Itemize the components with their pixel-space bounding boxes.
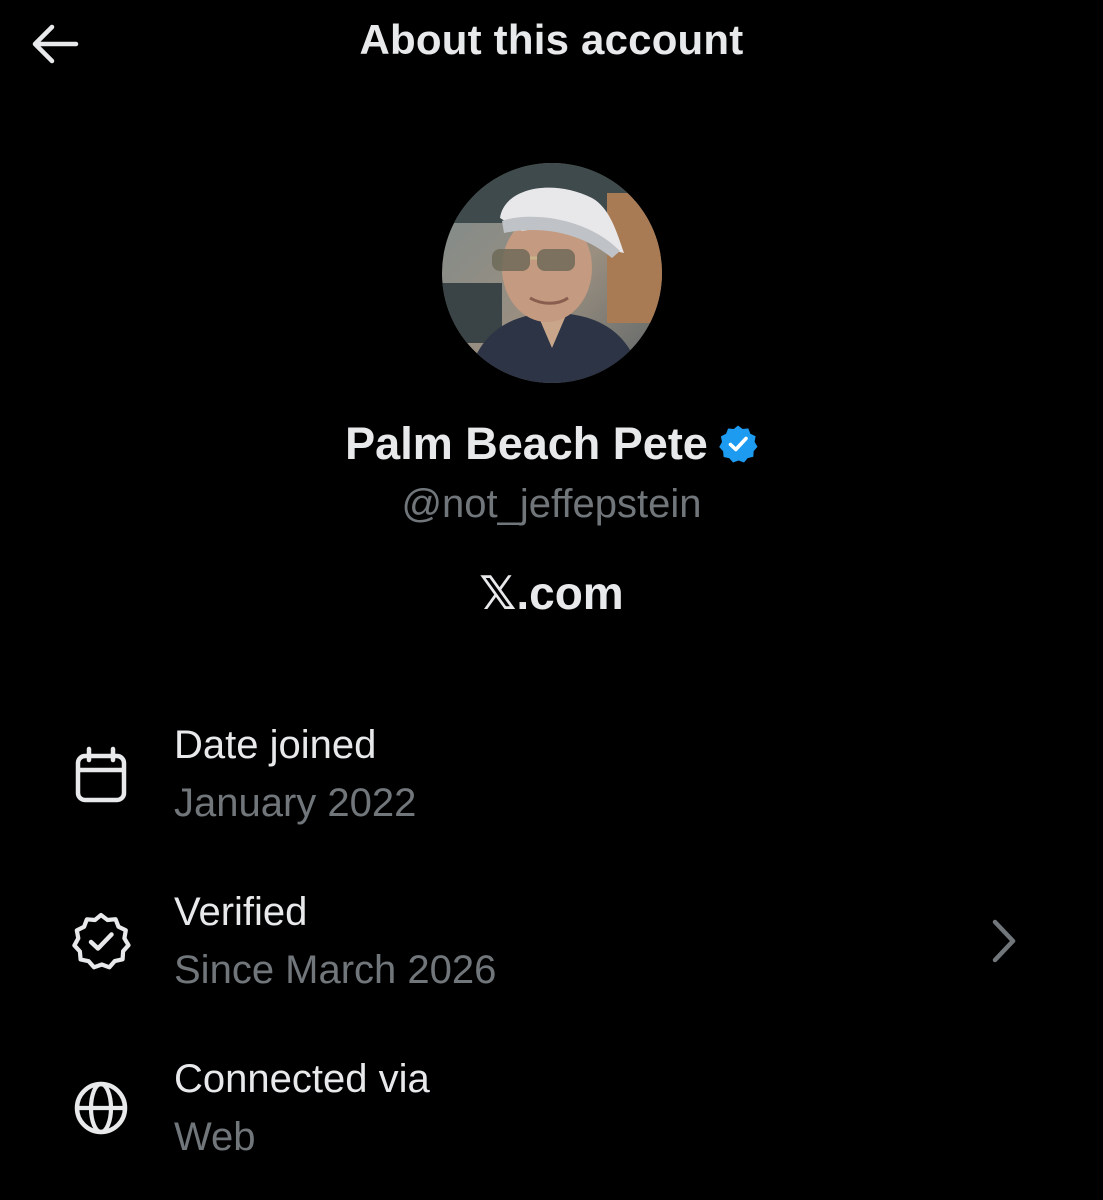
- connected-via-value: Web: [174, 1115, 256, 1159]
- display-name: Palm Beach Pete: [345, 418, 708, 469]
- verified-value: Since March 2026: [174, 948, 497, 992]
- verified-label: Verified: [174, 890, 308, 934]
- date-joined-value: January 2022: [174, 781, 417, 825]
- verified-row[interactable]: Verified Since March 2026: [0, 882, 1103, 1002]
- account-handle: @not_jeffepstein: [401, 482, 702, 526]
- connected-site: 𝕏.com: [479, 567, 624, 619]
- display-name-row: Palm Beach Pete: [0, 418, 1103, 470]
- verified-outline-icon: [70, 910, 132, 972]
- avatar[interactable]: [442, 163, 662, 383]
- date-joined-label: Date joined: [174, 723, 377, 767]
- verified-badge-icon: [718, 424, 758, 464]
- calendar-icon: [70, 745, 132, 807]
- globe-icon: [70, 1077, 132, 1139]
- profile-photo: [442, 163, 662, 383]
- top-bar: About this account: [0, 0, 1103, 90]
- connected-via-row: Connected via Web: [0, 1049, 1103, 1169]
- page-title: About this account: [359, 16, 744, 63]
- connected-via-label: Connected via: [174, 1057, 430, 1101]
- chevron-right-icon[interactable]: [985, 916, 1025, 966]
- date-joined-row: Date joined January 2022: [0, 715, 1103, 835]
